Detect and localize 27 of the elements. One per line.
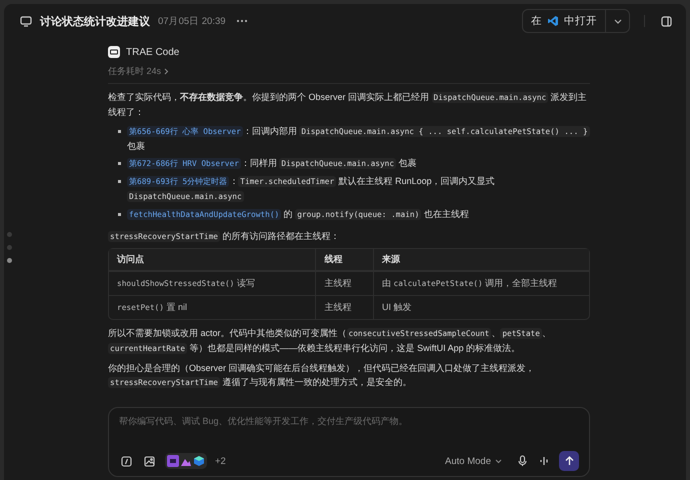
table-cell: 主线程 bbox=[315, 295, 373, 319]
arrow-up-icon bbox=[564, 456, 574, 466]
caret-icon bbox=[495, 458, 502, 464]
chevron-right-icon bbox=[164, 68, 170, 75]
image-icon[interactable] bbox=[142, 454, 157, 468]
trae-logo-icon bbox=[108, 46, 120, 58]
duration-toggle[interactable]: 任务耗时 24s bbox=[108, 65, 170, 78]
prompt-field[interactable]: 帮你编写代码、调试 Bug、优化性能等开发工作，交付生产级代码产物。 +2 Auto Mode bbox=[108, 407, 590, 477]
author-name: TRAE Code bbox=[126, 46, 180, 58]
cube-app-icon[interactable] bbox=[193, 455, 205, 467]
chat-title: 讨论状态统计改进建议 bbox=[40, 14, 150, 28]
table-cell: 主线程 bbox=[315, 271, 373, 295]
mode-dropdown[interactable]: Auto Mode bbox=[439, 454, 508, 468]
extra-count: +2 bbox=[215, 456, 226, 466]
microphone-icon[interactable] bbox=[516, 453, 529, 469]
editor-logo-icon bbox=[547, 15, 559, 27]
column-header: 访问点 bbox=[109, 249, 316, 271]
page-dots[interactable] bbox=[7, 232, 12, 263]
timestamp: 07月05日 20:39 bbox=[158, 14, 226, 28]
panel-toggle-icon[interactable] bbox=[659, 14, 674, 28]
column-header: 来源 bbox=[372, 249, 589, 271]
monitor-icon bbox=[20, 16, 32, 26]
table-cell: UI 触发 bbox=[372, 295, 589, 319]
column-header: 线程 bbox=[315, 249, 373, 271]
video-app-icon[interactable] bbox=[167, 455, 179, 467]
send-button[interactable] bbox=[559, 451, 579, 471]
slash-command-icon[interactable] bbox=[119, 454, 134, 468]
